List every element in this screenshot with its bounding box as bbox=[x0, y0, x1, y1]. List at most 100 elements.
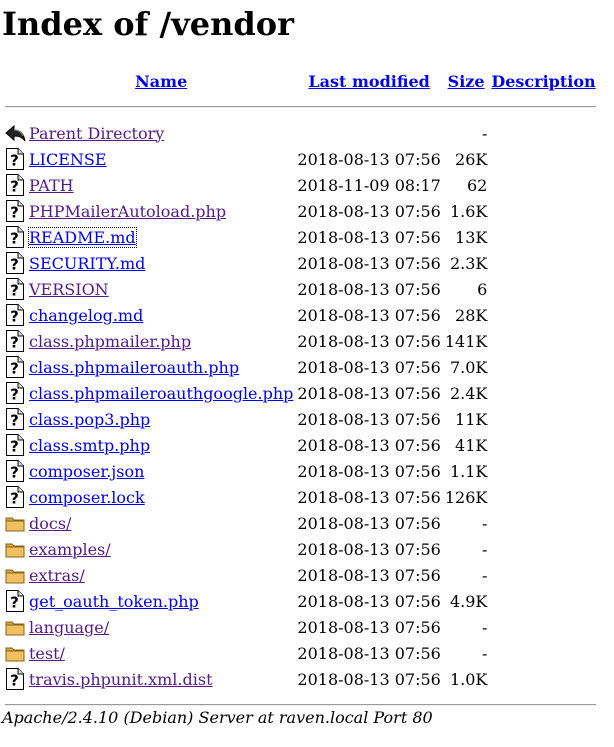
sort-by-size-link[interactable]: Size bbox=[448, 72, 485, 91]
file-link[interactable]: SECURITY.md bbox=[29, 254, 145, 273]
size-cell: 1.6K bbox=[449, 201, 488, 221]
name-cell: class.smtp.php bbox=[28, 433, 294, 457]
folder-link[interactable]: examples/ bbox=[29, 540, 111, 559]
svg-text:?: ? bbox=[10, 230, 19, 248]
size-cell: - bbox=[481, 565, 488, 585]
file-link[interactable]: LICENSE bbox=[29, 150, 107, 169]
sort-by-description-link[interactable]: Description bbox=[491, 72, 595, 91]
folder-link[interactable]: docs/ bbox=[29, 514, 71, 533]
unknown-file-icon: ? bbox=[5, 590, 25, 612]
top-divider bbox=[5, 106, 596, 108]
icon-cell: ? bbox=[4, 251, 26, 275]
unknown-file-icon: ? bbox=[5, 174, 25, 196]
listing-body: Parent Directory - ? LICENSE 2018-08-13 07:… bbox=[4, 121, 597, 691]
last-modified-cell: 2018-08-13 07:56 bbox=[297, 539, 441, 559]
unknown-file-icon: ? bbox=[5, 278, 25, 300]
file-row: ? SECURITY.md 2018-08-13 07:56 2.3K bbox=[4, 251, 597, 275]
icon-cell: ? bbox=[4, 381, 26, 405]
last-modified-cell: 2018-08-13 07:56 bbox=[297, 565, 441, 585]
folder-link[interactable]: extras/ bbox=[29, 566, 85, 585]
unknown-file-icon: ? bbox=[5, 252, 25, 274]
sort-by-name-link[interactable]: Name bbox=[135, 72, 187, 91]
last-modified-cell: 2018-08-13 07:56 bbox=[297, 201, 441, 221]
icon-cell: ? bbox=[4, 485, 26, 509]
description-cell bbox=[490, 407, 596, 431]
last-modified-cell bbox=[296, 121, 441, 145]
unknown-file-icon: ? bbox=[5, 408, 25, 430]
last-modified-cell: 2018-11-09 08:17 bbox=[297, 175, 441, 195]
file-link[interactable]: travis.phpunit.xml.dist bbox=[29, 670, 213, 689]
file-link[interactable]: get_oauth_token.php bbox=[29, 592, 199, 611]
folder-icon bbox=[5, 642, 25, 664]
back-icon bbox=[5, 122, 26, 144]
icon-cell: ? bbox=[4, 407, 26, 431]
last-modified-cell: 2018-08-13 07:56 bbox=[297, 617, 441, 637]
svg-text:?: ? bbox=[10, 386, 19, 404]
svg-text:?: ? bbox=[10, 412, 19, 430]
description-cell bbox=[490, 537, 596, 561]
file-link[interactable]: composer.lock bbox=[29, 488, 145, 507]
file-link[interactable]: VERSION bbox=[29, 280, 109, 299]
name-column-header: Name bbox=[28, 69, 294, 93]
icon-cell bbox=[4, 511, 26, 535]
file-link[interactable]: class.phpmailer.php bbox=[29, 332, 191, 351]
name-cell: extras/ bbox=[28, 563, 294, 587]
unknown-file-icon: ? bbox=[5, 330, 25, 352]
unknown-file-icon: ? bbox=[5, 148, 25, 170]
size-column-header: Size bbox=[444, 69, 489, 93]
sort-by-last-modified-link[interactable]: Last modified bbox=[308, 72, 429, 91]
last-modified-cell: 2018-08-13 07:56 bbox=[297, 513, 441, 533]
unknown-file-icon: ? bbox=[5, 304, 25, 326]
svg-text:?: ? bbox=[10, 204, 19, 222]
icon-cell: ? bbox=[4, 225, 26, 249]
file-row: ? class.phpmailer.php 2018-08-13 07:56 141K bbox=[4, 329, 597, 353]
file-link[interactable]: README.md bbox=[28, 226, 137, 248]
svg-text:?: ? bbox=[10, 438, 19, 456]
file-link[interactable]: class.pop3.php bbox=[29, 410, 150, 429]
file-link[interactable]: changelog.md bbox=[29, 306, 143, 325]
file-link[interactable]: class.phpmaileroauthgoogle.php bbox=[29, 384, 293, 403]
svg-text:?: ? bbox=[10, 672, 19, 690]
svg-text:?: ? bbox=[10, 490, 19, 508]
svg-text:?: ? bbox=[10, 334, 19, 352]
file-link[interactable]: composer.json bbox=[29, 462, 144, 481]
description-cell bbox=[490, 563, 596, 587]
file-row: ? class.pop3.php 2018-08-13 07:56 11K bbox=[4, 407, 597, 431]
description-cell bbox=[490, 251, 596, 275]
icon-cell: ? bbox=[4, 303, 26, 327]
description-cell bbox=[490, 303, 596, 327]
file-link[interactable]: PHPMailerAutoload.php bbox=[29, 202, 226, 221]
size-cell: - bbox=[481, 617, 488, 637]
header-row: Name Last modified Size Description bbox=[4, 69, 597, 93]
description-cell bbox=[490, 381, 596, 405]
size-cell: 1.1K bbox=[449, 461, 488, 481]
size-cell: - bbox=[481, 643, 488, 663]
file-link[interactable]: PATH bbox=[29, 176, 74, 195]
unknown-file-icon: ? bbox=[5, 434, 25, 456]
svg-text:?: ? bbox=[10, 152, 19, 170]
folder-link[interactable]: language/ bbox=[29, 618, 109, 637]
file-row: ? changelog.md 2018-08-13 07:56 28K bbox=[4, 303, 597, 327]
file-link[interactable]: class.smtp.php bbox=[29, 436, 150, 455]
name-cell: PATH bbox=[28, 173, 294, 197]
size-cell: 141K bbox=[444, 331, 488, 351]
description-cell bbox=[490, 121, 596, 145]
name-cell: composer.lock bbox=[28, 485, 294, 509]
file-link[interactable]: class.phpmaileroauth.php bbox=[29, 358, 239, 377]
size-cell: 28K bbox=[455, 305, 488, 325]
top-divider-row bbox=[4, 95, 597, 119]
folder-link[interactable]: test/ bbox=[29, 644, 65, 663]
file-listing-table: Name Last modified Size Description Pare… bbox=[2, 67, 599, 719]
unknown-file-icon: ? bbox=[5, 356, 25, 378]
description-cell bbox=[490, 641, 596, 665]
name-cell: get_oauth_token.php bbox=[28, 589, 294, 613]
name-cell: LICENSE bbox=[28, 147, 294, 171]
name-cell: PHPMailerAutoload.php bbox=[28, 199, 294, 223]
size-cell: 41K bbox=[455, 435, 488, 455]
icon-column-header bbox=[4, 69, 26, 93]
folder-icon bbox=[5, 564, 25, 586]
size-cell: 126K bbox=[444, 487, 488, 507]
svg-text:?: ? bbox=[10, 594, 19, 612]
last-modified-cell: 2018-08-13 07:56 bbox=[297, 487, 441, 507]
parent-directory-link[interactable]: Parent Directory bbox=[29, 124, 164, 143]
